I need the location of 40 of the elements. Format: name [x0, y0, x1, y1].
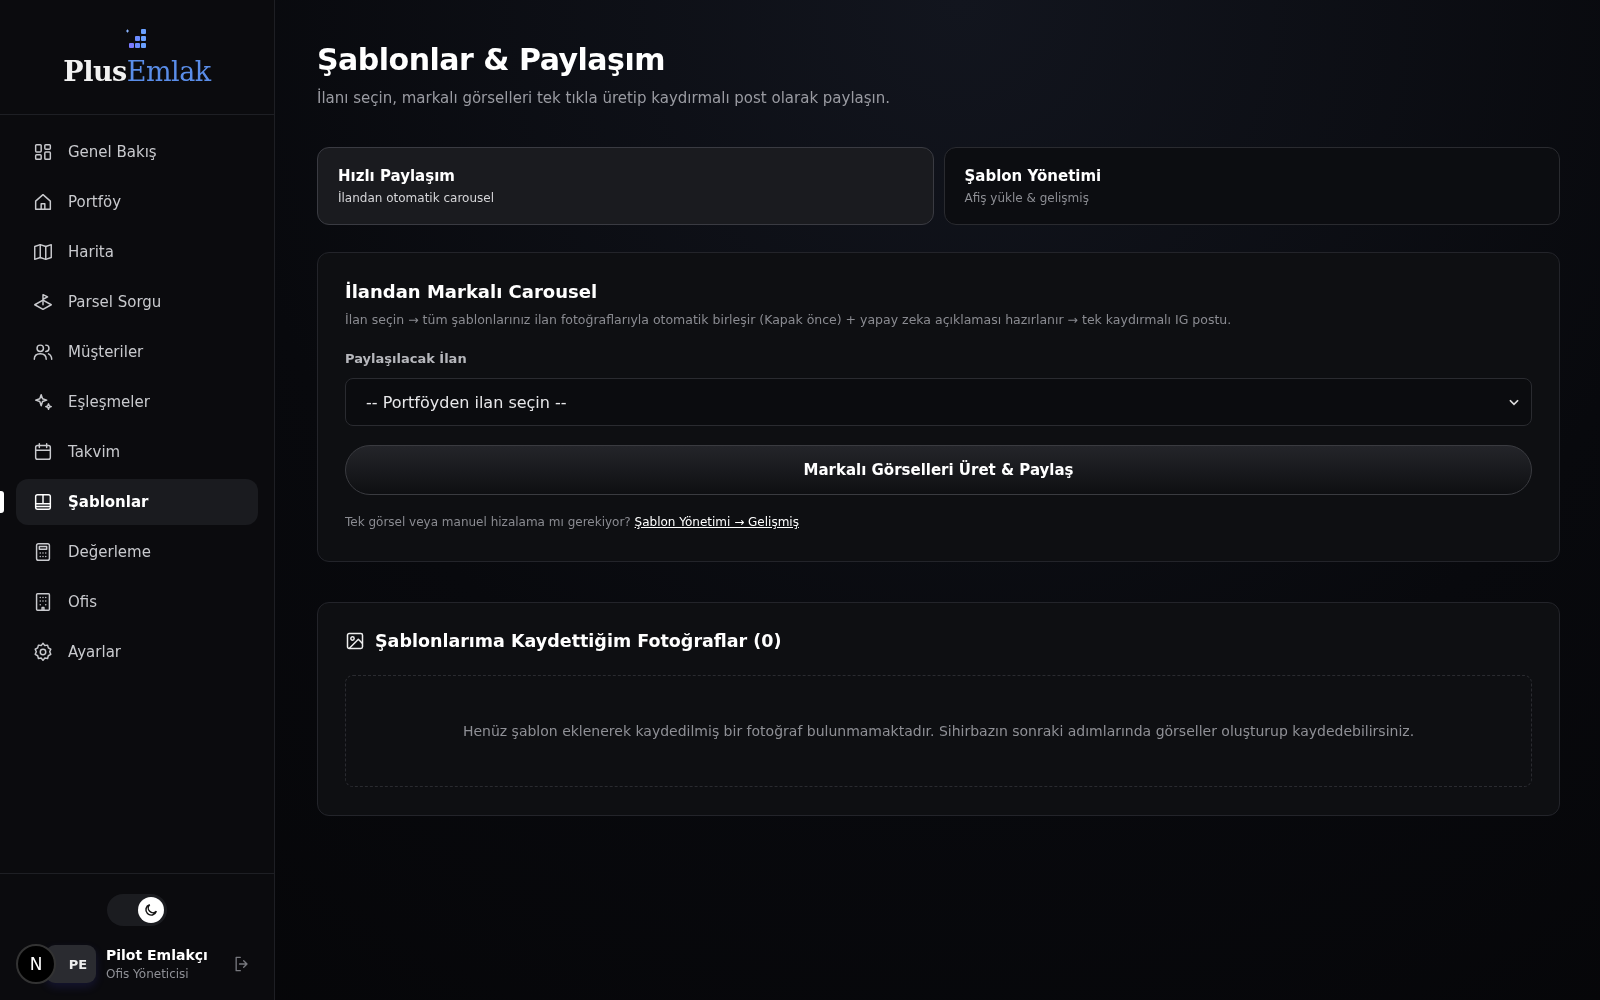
nav-item[interactable]: Harita	[16, 229, 258, 275]
sparkles-icon	[32, 391, 54, 413]
home-icon	[32, 191, 54, 213]
nav-item[interactable]: Parsel Sorgu	[16, 279, 258, 325]
hint-text: Tek görsel veya manuel hizalama mı gerekiyor?	[345, 515, 631, 529]
nav-item[interactable]: Müşteriler	[16, 329, 258, 375]
calendar-icon	[32, 441, 54, 463]
tab[interactable]: Hızlı Paylaşım İlandan otomatik carousel	[317, 147, 934, 225]
advanced-link[interactable]: Şablon Yönetimi → Gelişmiş	[634, 515, 799, 529]
page-subtitle: İlanı seçin, markalı görselleri tek tıkla üretip kaydırmalı post olarak paylaşın.	[317, 89, 892, 107]
card-title: İlandan Markalı Carousel	[345, 281, 599, 302]
user-role: Ofis Yöneticisi	[106, 967, 190, 981]
empty-message: Henüz şablon eklenerek kaydedilmiş bir fotoğraf bulunmamaktadır. Sihirbazın sonraki adımlarında görseller oluşturup kaydedebilirsiniz.	[462, 723, 1415, 739]
card-title: Şablonlarıma Kaydettiğim Fotoğraflar (0)	[375, 631, 782, 651]
template-icon	[32, 491, 54, 513]
dev-badge[interactable]: N	[16, 944, 56, 984]
nav-item[interactable]: Ofis	[16, 579, 258, 625]
nav-item[interactable]: Genel Bakış	[16, 129, 258, 175]
user-name: Pilot Emlakçı	[106, 947, 208, 963]
image-icon	[345, 631, 365, 651]
nav-item[interactable]: Eşleşmeler	[16, 379, 258, 425]
card-description: İlan seçin → tüm şablonlarınız ilan fotoğraflarıyla otomatik birleşir (Kapak önce) + yapay zeka açıklaması hazırlanır → tek kaydırmalı IG postu.	[345, 312, 1233, 327]
nav-item[interactable]: Takvim	[16, 429, 258, 475]
flag-icon	[32, 291, 54, 313]
users-icon	[32, 341, 54, 363]
logo-text: PlusEmlak	[63, 55, 211, 87]
tab[interactable]: Şablon Yönetimi Afiş yükle & gelişmiş	[943, 147, 1560, 225]
nav-item[interactable]: Şablonlar	[16, 479, 258, 525]
dashboard-icon	[32, 141, 54, 163]
generate-share-button[interactable]: Markalı Görselleri Üret & Paylaş	[345, 445, 1532, 495]
nav-item[interactable]: Ayarlar	[16, 629, 258, 675]
moon-icon	[143, 902, 159, 918]
nav-item[interactable]: Portföy	[16, 179, 258, 225]
page-title: Şablonlar & Paylaşım	[317, 42, 666, 77]
settings-icon	[32, 641, 54, 663]
map-icon	[32, 241, 54, 263]
nav-item[interactable]: Değerleme	[16, 529, 258, 575]
theme-toggle[interactable]	[107, 894, 167, 926]
field-label: Paylaşılacak İlan	[345, 351, 468, 366]
listing-select[interactable]: -- Portföyden ilan seçin --	[345, 378, 1532, 426]
